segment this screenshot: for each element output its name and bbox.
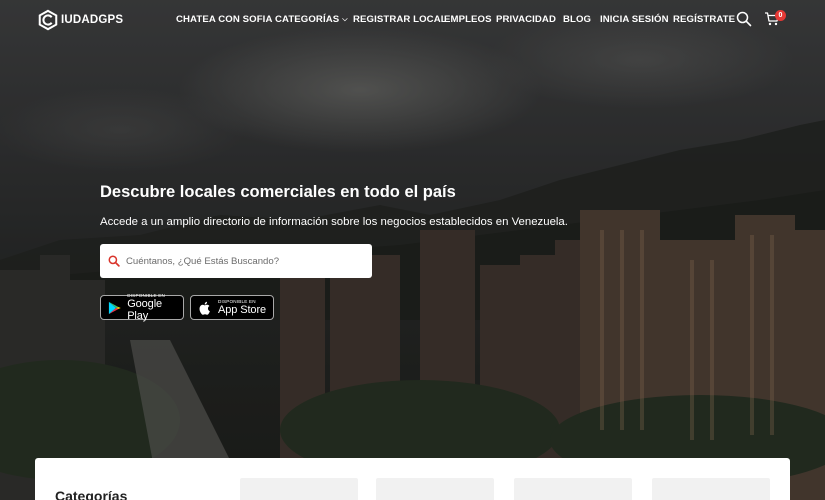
nav-empleos[interactable]: EMPLEOS [444, 14, 492, 25]
search-input[interactable] [126, 255, 356, 267]
google-play-icon [108, 301, 121, 314]
nav-categorias[interactable]: CATEGORÍAS ⌵ [275, 14, 348, 25]
hero-search-box[interactable] [100, 244, 372, 278]
chevron-down-icon: ⌵ [342, 16, 348, 23]
nav-categorias-label: CATEGORÍAS [275, 14, 340, 25]
categories-panel: Categorías [35, 458, 790, 500]
app-store-button[interactable]: DISPONIBLE EN App Store [190, 295, 274, 320]
nav-privacidad[interactable]: PRIVACIDAD [496, 14, 556, 25]
cart-count-badge: 0 [775, 10, 786, 21]
site-logo[interactable]: IUDADGPS [37, 9, 123, 31]
nav-registrate[interactable]: REGÍSTRATE [673, 14, 735, 25]
nav-registrar-local[interactable]: REGISTRAR LOCAL [353, 14, 447, 25]
google-play-button[interactable]: DISPONIBLE EN Google Play [100, 293, 184, 322]
apple-icon [199, 301, 210, 315]
search-icon [108, 255, 120, 267]
search-icon[interactable] [736, 11, 752, 27]
google-play-label: Google Play [127, 298, 163, 322]
logo-icon [38, 9, 58, 31]
app-store-label: App Store [218, 304, 267, 316]
nav-chatea-con-sofia[interactable]: CHATEA CON SOFIA [176, 14, 272, 25]
category-card[interactable] [240, 478, 358, 500]
top-navbar: IUDADGPS CHATEA CON SOFIA CATEGORÍAS ⌵ RE… [0, 0, 825, 40]
nav-inicia-sesion[interactable]: INICIA SESIÓN [600, 14, 669, 25]
categories-title: Categorías [55, 488, 128, 500]
logo-text: IUDADGPS [61, 14, 124, 26]
hero-title: Descubre locales comerciales en todo el … [100, 183, 456, 201]
category-card[interactable] [376, 478, 494, 500]
category-card[interactable] [514, 478, 632, 500]
hero-subtitle: Accede a un amplio directorio de informa… [100, 216, 568, 228]
nav-blog[interactable]: BLOG [563, 14, 591, 25]
category-card[interactable] [652, 478, 770, 500]
